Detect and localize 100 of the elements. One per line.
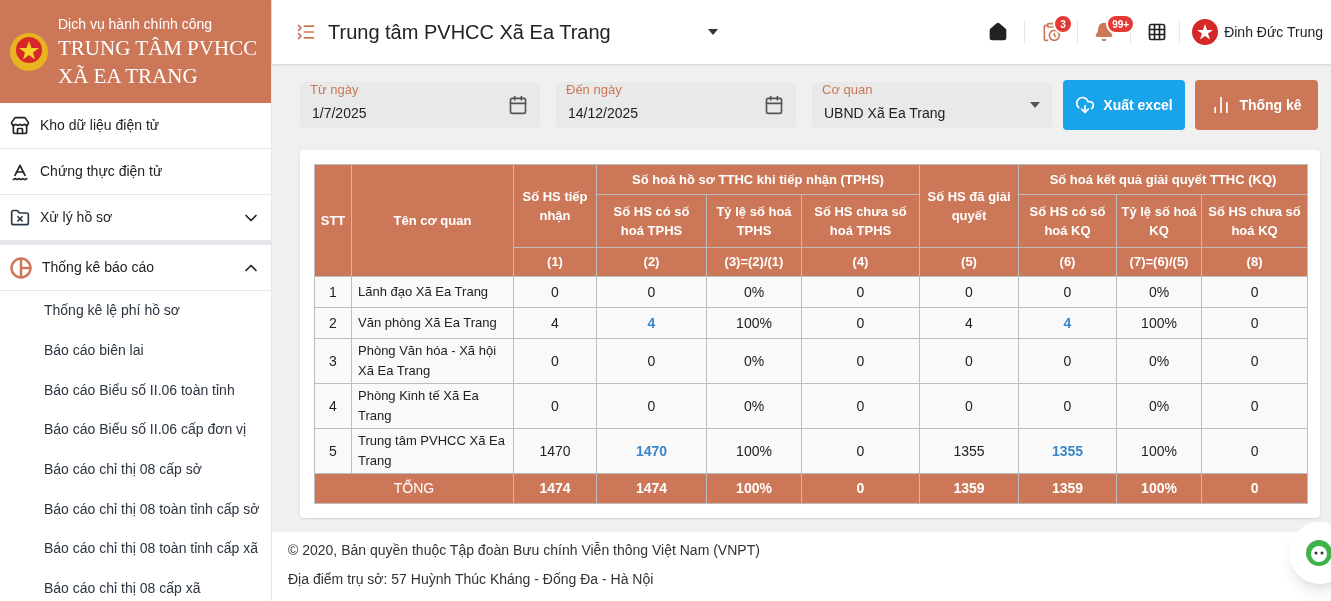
- table-cell: 0: [1201, 338, 1308, 384]
- column-header: Tên cơ quan: [351, 164, 514, 277]
- total-cell: 1359: [1018, 473, 1117, 504]
- sidebar-item[interactable]: Kho dữ liệu điện tử: [0, 103, 271, 149]
- table-cell: 100%: [1116, 428, 1202, 474]
- sidebar-item[interactable]: Thống kê báo cáo: [0, 245, 271, 291]
- table-cell: 0: [513, 276, 597, 308]
- table-cell: 5: [314, 428, 352, 474]
- home-icon[interactable]: [988, 22, 1009, 42]
- table-cell: 2: [314, 307, 352, 339]
- table-cell: Phòng Kinh tế Xã Ea Trang: [351, 383, 514, 429]
- table-cell: 0: [801, 276, 920, 308]
- formula-header: (2): [596, 247, 707, 277]
- table-cell: Trung tâm PVHCC Xã Ea Trang: [351, 428, 514, 474]
- dropdown-caret-icon: [1030, 102, 1040, 108]
- user-avatar-icon[interactable]: [1192, 19, 1219, 45]
- table-cell: 0: [801, 428, 920, 474]
- table-cell: Lãnh đạo Xã Ea Trang: [351, 276, 514, 308]
- table-cell: 0: [801, 383, 920, 429]
- submenu-item[interactable]: Báo cáo biên lai: [0, 330, 271, 371]
- menu-icon[interactable]: [296, 22, 316, 42]
- count-link[interactable]: 4: [1063, 314, 1072, 331]
- count-badge: 3: [1053, 14, 1074, 34]
- circle-chart-icon: [10, 256, 32, 279]
- table-cell: 0: [513, 338, 597, 384]
- count-link[interactable]: 1470: [635, 442, 668, 459]
- table-cell: 100%: [1116, 307, 1202, 339]
- table-cell: 1355: [919, 428, 1019, 474]
- count-link[interactable]: 1355: [1051, 442, 1084, 459]
- calendar-icon: [764, 95, 784, 115]
- dropdown-caret-icon[interactable]: [708, 29, 718, 35]
- table-cell: 4: [919, 307, 1019, 339]
- table-cell: 1470: [513, 428, 597, 474]
- store-icon: [10, 115, 30, 136]
- table-cell: 3: [314, 338, 352, 384]
- copyright-text: © 2020, Bản quyền thuộc Tập đoàn Bưu chính Viễn thông Việt Nam (VNPT): [288, 541, 761, 560]
- submenu-item[interactable]: Báo cáo chỉ thị 08 cấp xã: [0, 568, 271, 601]
- column-header: Số HS chưa số hoá TPHS: [801, 194, 920, 248]
- table-cell: 0: [919, 383, 1019, 429]
- table-cell: Văn phòng Xã Ea Trang: [351, 307, 514, 339]
- formula-header: (5): [919, 247, 1019, 277]
- table-cell: 0: [1201, 307, 1308, 339]
- column-header: Số HS đã giải quyết: [919, 164, 1019, 248]
- table-cell: 0: [1018, 338, 1117, 384]
- table-cell: 1: [314, 276, 352, 308]
- total-cell: 0: [1201, 473, 1308, 504]
- table-cell: 4: [513, 307, 597, 339]
- table-cell: 4: [314, 383, 352, 429]
- table-cell: 100%: [706, 307, 802, 339]
- user-name[interactable]: Đinh Đức Trung: [1224, 21, 1323, 43]
- emblem-icon: [8, 30, 50, 73]
- table-cell: 0: [1018, 383, 1117, 429]
- table-cell: 0: [1201, 428, 1308, 474]
- column-header: Số HS có số hoá KQ: [1018, 194, 1117, 248]
- brand-title: TRUNG TÂM PVHCC: [58, 34, 258, 62]
- column-header: Tỷ lệ số hoá TPHS: [706, 194, 802, 248]
- submenu-item[interactable]: Thống kê lệ phí hồ sơ: [0, 291, 271, 331]
- column-header: Số HS tiếp nhận: [513, 164, 597, 248]
- date-field[interactable]: Đến ngày 14/12/2025: [556, 82, 796, 128]
- table-cell: 0: [1201, 383, 1308, 429]
- agency-select[interactable]: Cơ quan UBND Xã Ea Trang: [812, 82, 1052, 128]
- submenu-item[interactable]: Báo cáo Biểu số II.06 cấp đơn vị: [0, 410, 271, 450]
- sidebar-item[interactable]: Chứng thực điện tử: [0, 149, 271, 195]
- monkey-face-icon: [1305, 539, 1331, 567]
- table-cell: 0: [596, 383, 707, 429]
- submenu-item[interactable]: Báo cáo Biểu số II.06 toàn tỉnh: [0, 370, 271, 411]
- count-badge: 99+: [1106, 14, 1136, 34]
- table-cell: 0: [801, 307, 920, 339]
- submenu-item[interactable]: Báo cáo chỉ thị 08 toàn tỉnh cấp sở: [0, 489, 271, 530]
- formula-header: (1): [513, 247, 597, 277]
- apps-grid-icon[interactable]: [1147, 22, 1168, 42]
- formula-header: (7)=(6)/(5): [1116, 247, 1202, 277]
- table-cell: 0: [919, 276, 1019, 308]
- group-header: Số hoá hồ sơ TTHC khi tiếp nhận (TPHS): [596, 164, 920, 195]
- table-cell: 0%: [706, 276, 802, 308]
- brand-title: XÃ EA TRANG: [58, 62, 199, 90]
- formula-header: (3)=(2)/(1): [706, 247, 802, 277]
- sidebar-item[interactable]: Xử lý hồ sơ: [0, 195, 271, 241]
- table-cell: 0%: [1116, 276, 1202, 308]
- brand-subtitle: Dịch vụ hành chính công: [58, 14, 214, 34]
- date-field[interactable]: Từ ngày 1/7/2025: [300, 82, 540, 128]
- table-cell: 0: [919, 338, 1019, 384]
- table-cell: 100%: [706, 428, 802, 474]
- group-header: Số hoá kết quả giải quyết TTHC (KQ): [1018, 164, 1308, 195]
- submenu-item[interactable]: Báo cáo chỉ thị 08 cấp sở: [0, 449, 271, 490]
- table-cell: 0%: [706, 383, 802, 429]
- page-title: Trung tâm PVHCC Xã Ea Trang: [328, 20, 612, 45]
- clipboard-clock-icon[interactable]: [1041, 22, 1062, 42]
- total-cell: 100%: [1116, 473, 1202, 504]
- column-header: Tỷ lệ số hoá KQ: [1116, 194, 1202, 248]
- submenu-item[interactable]: Báo cáo chỉ thị 08 toàn tỉnh cấp xã: [0, 529, 271, 569]
- table-cell: 0%: [1116, 383, 1202, 429]
- cloud-download-icon: [1075, 95, 1096, 115]
- total-cell: 1359: [919, 473, 1019, 504]
- total-cell: 0: [801, 473, 920, 504]
- count-link[interactable]: 4: [647, 314, 656, 331]
- table-cell: 0: [596, 276, 707, 308]
- table-cell: 0: [1018, 276, 1117, 308]
- total-label: TỔNG: [314, 473, 514, 504]
- column-header: Số HS chưa số hoá KQ: [1201, 194, 1308, 248]
